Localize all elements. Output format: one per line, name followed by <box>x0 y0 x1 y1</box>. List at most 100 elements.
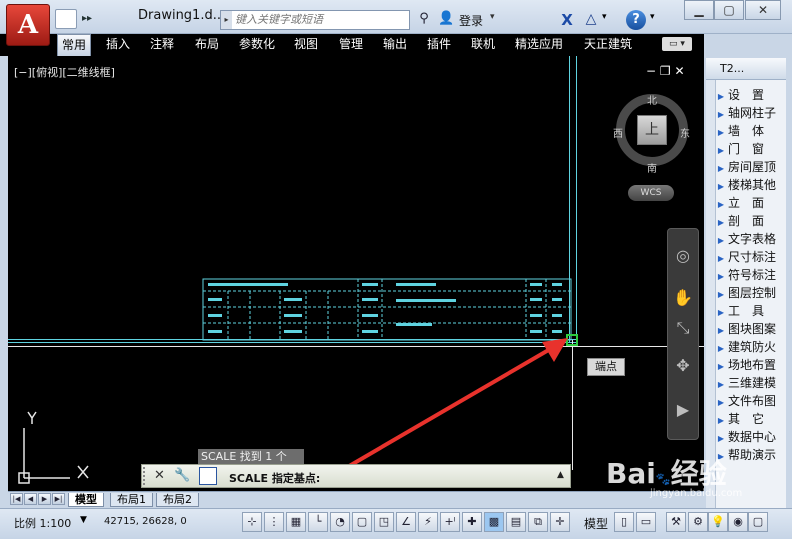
grip-handle[interactable] <box>143 467 149 485</box>
quick-view-layouts-icon[interactable]: ▯ <box>614 512 634 532</box>
dyn-icon[interactable]: +ˡ <box>440 512 460 532</box>
scale-selector[interactable]: 比例 1:100 <box>14 515 71 531</box>
palette-item-text-table[interactable]: ▶ 文字表格 <box>714 230 786 248</box>
tab-insert[interactable]: 插入 <box>102 34 134 56</box>
tab-manage[interactable]: 管理 <box>335 34 367 56</box>
annotation-scale-icon[interactable]: ⚒ <box>666 512 686 532</box>
tab-output[interactable]: 输出 <box>379 34 411 56</box>
palette-item-block-pattern[interactable]: ▶ 图块图案 <box>714 320 786 338</box>
exchange-icon[interactable]: X <box>558 11 576 29</box>
palette-item-elevation[interactable]: ▶ 立 面 <box>714 194 786 212</box>
maximize-button[interactable]: ▢ <box>714 0 744 20</box>
application-menu-button[interactable]: A <box>6 4 50 46</box>
tab-layout[interactable]: 布局 <box>191 34 223 56</box>
palette-header[interactable]: T2... <box>706 58 786 80</box>
tab-online[interactable]: 联机 <box>467 34 499 56</box>
infer-constraints-icon[interactable]: ⊹ <box>242 512 262 532</box>
tab-layout1[interactable]: 布局1 <box>110 493 153 507</box>
compass-north[interactable]: 北 <box>647 92 657 107</box>
tab-parametric[interactable]: 参数化 <box>235 34 279 56</box>
palette-item-axis-grid[interactable]: ▶ 轴网柱子 <box>714 104 786 122</box>
clean-screen-icon[interactable]: ▢ <box>748 512 768 532</box>
wrench-icon[interactable]: 🔧 <box>174 468 190 483</box>
tab-featured-apps[interactable]: 精选应用 <box>511 34 567 56</box>
search-expand-icon[interactable]: ▸ <box>221 11 232 29</box>
steering-wheel-icon[interactable]: ◎ <box>671 244 695 268</box>
3d-osnap-icon[interactable]: ◳ <box>374 512 394 532</box>
minimize-button[interactable]: ▁ <box>684 0 714 20</box>
lineweight-icon[interactable]: ✚ <box>462 512 482 532</box>
orbit-icon[interactable]: ✥ <box>671 354 695 378</box>
workspace-switch-icon[interactable]: ⚙ <box>688 512 708 532</box>
tab-plugins[interactable]: 插件 <box>423 34 455 56</box>
palette-item-stairs[interactable]: ▶ 楼梯其他 <box>714 176 786 194</box>
quick-properties-icon[interactable]: ▤ <box>506 512 526 532</box>
chevron-down-icon[interactable]: ▼ <box>80 515 87 525</box>
palette-item-wall[interactable]: ▶ 墙 体 <box>714 122 786 140</box>
selection-cycling-icon[interactable]: ⧉ <box>528 512 548 532</box>
model-space-button[interactable]: 模型 <box>584 515 608 532</box>
quick-access-more-icon[interactable]: ▸▸ <box>80 10 94 28</box>
chevron-down-icon[interactable]: ▾ <box>602 12 607 22</box>
compass-south[interactable]: 南 <box>647 160 657 175</box>
palette-item-door-window[interactable]: ▶ 门 窗 <box>714 140 786 158</box>
tab-layout2[interactable]: 布局2 <box>156 493 199 507</box>
close-icon[interactable]: ✕ <box>154 468 165 483</box>
palette-item-symbol[interactable]: ▶ 符号标注 <box>714 266 786 284</box>
palette-item-section[interactable]: ▶ 剖 面 <box>714 212 786 230</box>
command-prompt-icon[interactable] <box>199 467 217 485</box>
palette-item-data-center[interactable]: ▶ 数据中心 <box>714 428 786 446</box>
quick-view-drawings-icon[interactable]: ▭ <box>636 512 656 532</box>
compass-west[interactable]: 西 <box>613 125 623 140</box>
grid-icon[interactable]: ▦ <box>286 512 306 532</box>
next-layout-icon[interactable]: ▶ <box>38 493 51 505</box>
showmotion-icon[interactable]: ▶ <box>671 398 695 422</box>
chevron-down-icon[interactable]: ▾ <box>650 12 655 22</box>
palette-item-fire-protection[interactable]: ▶ 建筑防火 <box>714 338 786 356</box>
compass-east[interactable]: 东 <box>680 125 690 140</box>
chevron-down-icon[interactable]: ▾ <box>490 12 495 22</box>
palette-item-3d-modeling[interactable]: ▶ 三维建模 <box>714 374 786 392</box>
viewport-label[interactable]: [−][俯视][二维线框] <box>14 64 115 80</box>
autodesk-apps-icon[interactable]: △ <box>582 11 600 29</box>
close-button[interactable]: ✕ <box>745 0 781 20</box>
tab-view[interactable]: 视图 <box>290 34 322 56</box>
binoculars-icon[interactable]: ⚲ <box>415 11 433 29</box>
tab-home[interactable]: 常用 <box>57 34 92 56</box>
new-file-icon[interactable] <box>55 9 77 29</box>
palette-item-tools[interactable]: ▶ 工 具 <box>714 302 786 320</box>
zoom-icon[interactable]: ⤡ <box>671 316 695 340</box>
osnap-icon[interactable]: ▢ <box>352 512 372 532</box>
palette-item-dimension[interactable]: ▶ 尺寸标注 <box>714 248 786 266</box>
command-prompt[interactable]: SCALE 指定基点: <box>229 470 320 486</box>
snap-mode-icon[interactable]: ⋮ <box>264 512 284 532</box>
ortho-icon[interactable]: └ <box>308 512 328 532</box>
annotation-monitor-icon[interactable]: ✛ <box>550 512 570 532</box>
first-layout-icon[interactable]: |◀ <box>10 493 23 505</box>
ducs-icon[interactable]: ⚡ <box>418 512 438 532</box>
palette-item-room-roof[interactable]: ▶ 房间屋顶 <box>714 158 786 176</box>
login-button[interactable]: 登录 <box>459 12 483 29</box>
wcs-menu[interactable]: WCS <box>628 185 674 201</box>
palette-item-other[interactable]: ▶ 其 它 <box>714 410 786 428</box>
palette-item-settings[interactable]: ▶ 设 置 <box>714 86 786 104</box>
polar-icon[interactable]: ◔ <box>330 512 350 532</box>
tab-annotate[interactable]: 注释 <box>146 34 178 56</box>
palette-item-layer-control[interactable]: ▶ 图层控制 <box>714 284 786 302</box>
palette-item-file-layout[interactable]: ▶ 文件布图 <box>714 392 786 410</box>
viewport-controls[interactable]: − ❐ ✕ <box>646 64 685 78</box>
user-icon[interactable]: 👤 <box>438 11 454 29</box>
lightbulb-icon[interactable]: 💡 <box>708 512 728 532</box>
ribbon-options-icon[interactable]: ▭ ▾ <box>662 37 692 51</box>
chevron-up-icon[interactable]: ▲ <box>557 470 564 480</box>
viewcube-top-face[interactable]: 上 <box>637 115 667 145</box>
prev-layout-icon[interactable]: ◀ <box>24 493 37 505</box>
help-button[interactable]: ? <box>626 10 646 30</box>
tab-model[interactable]: 模型 <box>68 493 104 507</box>
pan-hand-icon[interactable]: ✋ <box>671 286 695 310</box>
otrack-icon[interactable]: ∠ <box>396 512 416 532</box>
isolate-objects-icon[interactable]: ◉ <box>728 512 748 532</box>
search-input[interactable]: 键入关键字或短语 <box>220 10 410 30</box>
palette-item-site-layout[interactable]: ▶ 场地布置 <box>714 356 786 374</box>
tab-tangent[interactable]: 天正建筑 <box>580 34 636 56</box>
